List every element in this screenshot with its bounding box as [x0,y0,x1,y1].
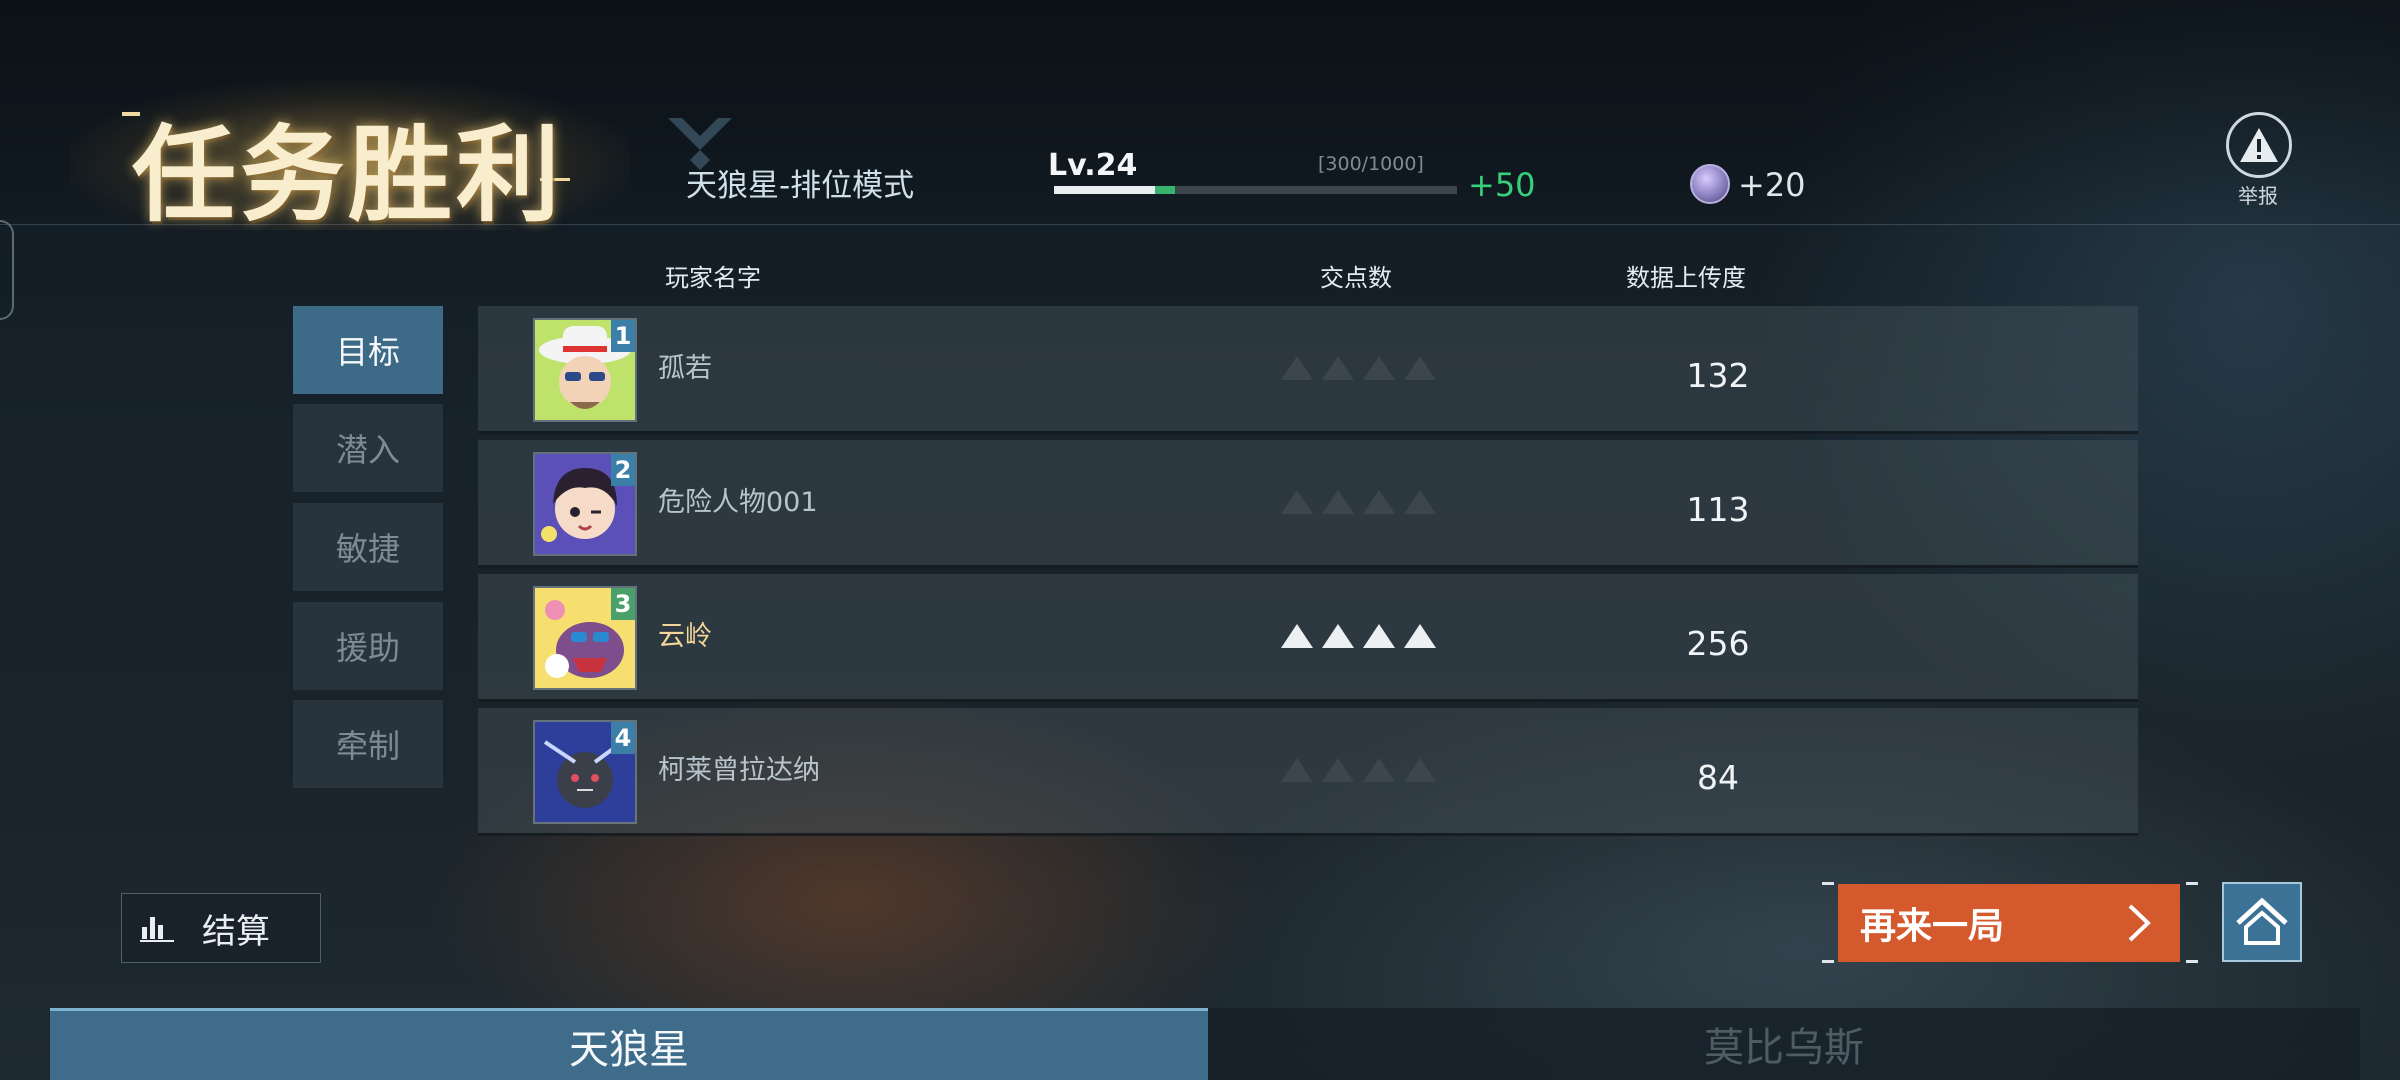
node-triangle-icon [1404,624,1436,648]
player-name: 危险人物001 [658,487,818,518]
rank-badge: 3 [611,588,635,620]
result-title: 任务胜利 [132,114,565,236]
player-name: 云岭 [658,621,712,652]
upload-score: 113 [1686,490,1750,529]
avatar[interactable]: 1 [533,318,637,422]
button-corner [1822,960,1834,963]
table-row: 4 柯莱曾拉达纳 84 [478,708,2138,836]
rank-badge: 2 [611,454,635,486]
node-triangle-icon [1363,356,1395,380]
node-triangle-icon [1363,490,1395,514]
settle-label: 结算 [202,911,270,952]
play-again-button[interactable]: 再来一局 [1838,884,2180,962]
node-triangle-icon [1281,624,1313,648]
node-triangle-icon [1363,624,1395,648]
node-triangle-icon [1322,758,1354,782]
tab-target[interactable]: 目标 [293,306,443,394]
bar-chart-icon [140,917,174,942]
button-corner [2186,960,2198,963]
upload-score: 256 [1686,624,1750,663]
player-level: Lv.24 [1048,148,1138,183]
rank-badge: 1 [611,320,635,352]
upload-score: 84 [1697,758,1739,797]
tab-agility[interactable]: 敏捷 [293,503,443,591]
button-corner [1822,882,1834,885]
avatar[interactable]: 4 [533,720,637,824]
column-header-nodes: 交点数 [1320,264,1392,292]
report-button[interactable] [2226,112,2292,178]
home-button[interactable] [2222,882,2302,962]
table-row: 3 云岭 256 [478,574,2138,702]
player-name: 柯莱曾拉达纳 [658,755,820,786]
node-triangle-icon [1281,758,1313,782]
warning-icon [2240,128,2278,162]
node-triangle-icon [1404,356,1436,380]
node-indicator [1281,758,1436,782]
tab-team-mobius[interactable]: 莫比乌斯 [1208,1008,2360,1080]
report-label: 举报 [2238,184,2278,208]
node-triangle-icon [1281,490,1313,514]
left-edge-handle [0,220,14,320]
upload-score: 132 [1686,356,1750,395]
avatar[interactable]: 2 [533,452,637,556]
node-indicator [1281,356,1436,380]
table-row: 2 危险人物001 113 [478,440,2138,568]
play-again-label: 再来一局 [1860,906,2005,947]
tab-infiltrate[interactable]: 潜入 [293,404,443,492]
node-triangle-icon [1322,490,1354,514]
node-triangle-icon [1281,356,1313,380]
node-triangle-icon [1363,758,1395,782]
node-indicator [1281,490,1436,514]
node-triangle-icon [1404,758,1436,782]
chevron-right-icon [2128,904,2151,942]
xp-gain-fill [1155,186,1175,194]
tab-team-sirius[interactable]: 天狼星 [50,1008,1208,1080]
xp-progress-bar [1054,186,1457,194]
xp-progress-text: [300/1000] [1318,153,1424,175]
rank-badge: 4 [611,722,635,754]
settle-button[interactable]: 结算 [121,893,321,963]
tab-contain[interactable]: 牵制 [293,700,443,788]
game-mode-label: 天狼星-排位模式 [686,168,915,204]
column-header-name: 玩家名字 [665,264,761,292]
node-triangle-icon [1404,490,1436,514]
currency-gain: +20 [1738,166,1806,204]
xp-gain: +50 [1468,166,1536,204]
crystal-coin-icon [1690,164,1730,204]
node-triangle-icon [1322,356,1354,380]
button-corner [2186,882,2198,885]
xp-progress-fill [1054,186,1155,194]
tab-assist[interactable]: 援助 [293,602,443,690]
avatar[interactable]: 3 [533,586,637,690]
column-header-upload: 数据上传度 [1626,264,1746,292]
player-name: 孤若 [658,353,712,384]
node-indicator [1281,624,1436,648]
node-triangle-icon [1322,624,1354,648]
home-icon [2236,897,2288,945]
table-row: 1 孤若 132 [478,306,2138,434]
